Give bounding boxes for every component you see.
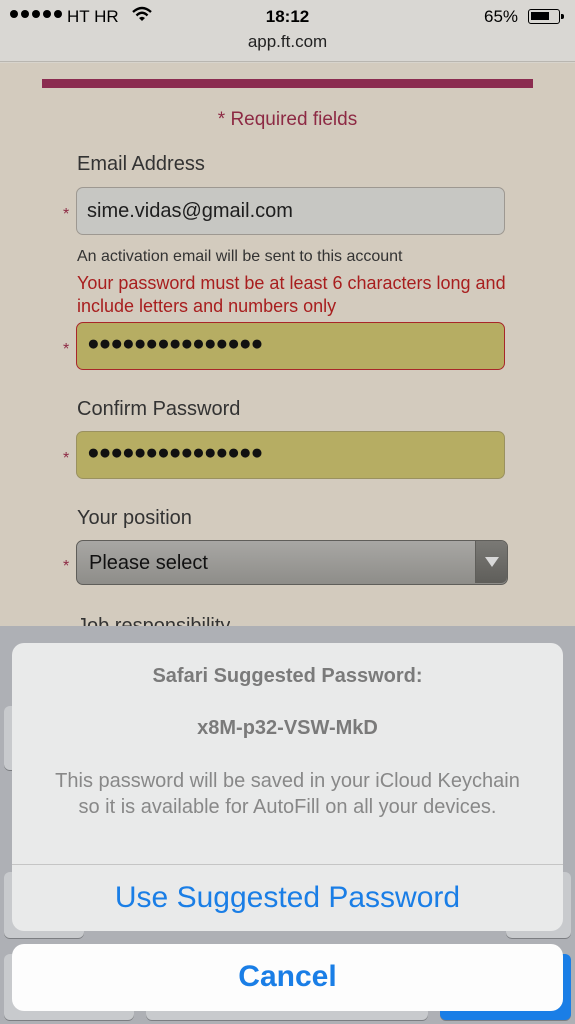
suggested-password: x8M-p32-VSW-MkD — [197, 717, 378, 739]
battery-icon — [528, 9, 564, 24]
required-star: * — [63, 341, 70, 358]
password-field[interactable]: ●●●●●●●●●●●●●●● — [76, 322, 505, 370]
confirm-password-field[interactable]: ●●●●●●●●●●●●●●● — [76, 431, 505, 479]
email-hint: An activation email will be sent to this… — [77, 248, 403, 265]
sheet-message: This password will be saved in your iClo… — [55, 770, 520, 818]
battery-percent: 65% — [484, 7, 519, 26]
position-select-value: Please select — [89, 552, 208, 574]
password-error: Your password must be at least 6 charact… — [77, 273, 506, 316]
chevron-down-icon[interactable] — [475, 541, 507, 583]
required-note: * Required fields — [217, 109, 358, 130]
suggested-password-sheet: Safari Suggested Password: x8M-p32-VSW-M… — [12, 643, 563, 931]
position-label: Your position — [77, 507, 192, 529]
email-label: Email Address — [77, 153, 205, 175]
required-star: * — [63, 558, 70, 575]
status-bar: HT HR 18:12 65% — [0, 0, 575, 32]
confirm-password-label: Confirm Password — [77, 398, 241, 420]
use-suggested-password-button[interactable]: Use Suggested Password — [12, 865, 563, 931]
required-star: * — [63, 206, 70, 223]
brand-bar — [42, 79, 533, 88]
position-select[interactable]: Please select — [76, 540, 508, 585]
signup-page: * Required fields Email Address * sime.v… — [0, 63, 575, 626]
job-responsibility-label: Job responsibility — [77, 615, 231, 626]
sheet-title: Safari Suggested Password: — [152, 665, 423, 687]
browser-header: HT HR 18:12 65% app.ft.com — [0, 0, 575, 62]
required-star: * — [63, 450, 70, 467]
email-field[interactable]: sime.vidas@gmail.com — [76, 187, 505, 235]
address-bar[interactable]: app.ft.com — [0, 32, 575, 52]
cancel-button[interactable]: Cancel — [12, 944, 563, 1011]
